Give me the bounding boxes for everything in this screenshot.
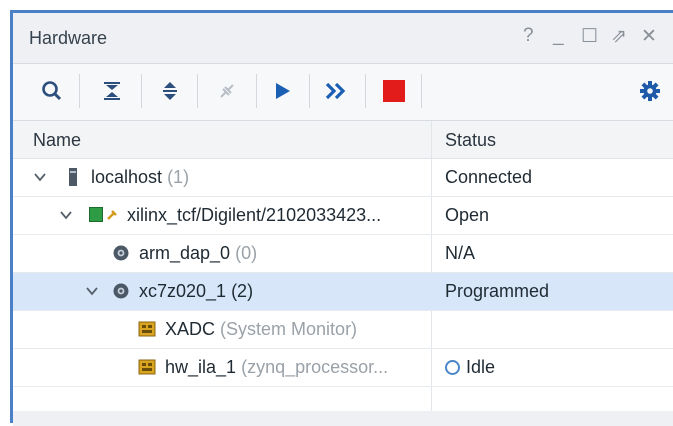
toolbar-separator: [79, 74, 80, 108]
tree-row-arm-dap[interactable]: arm_dap_0 (0) N/A: [13, 235, 673, 273]
tree-row-localhost[interactable]: localhost (1) Connected: [13, 159, 673, 197]
column-header-name[interactable]: Name: [33, 130, 81, 151]
node-detail: (1): [167, 167, 190, 187]
jtag-target-icon: [89, 205, 123, 225]
chevron-down-icon[interactable]: [33, 170, 47, 184]
play-icon: [276, 83, 290, 99]
idle-status-icon: [445, 360, 460, 375]
panel-title: Hardware: [29, 28, 108, 48]
hardware-panel: Hardware ? _ ☐ ⇗ ✕ Name Status localhost…: [10, 10, 673, 426]
plug-icon: [220, 84, 234, 98]
node-name: hw_ila_1: [165, 357, 237, 377]
toolbar-separator: [141, 74, 142, 108]
gear-icon: [640, 81, 660, 101]
status-cell: Programmed: [445, 281, 550, 301]
node-detail: (zynq_processor...: [241, 357, 389, 377]
toolbar-separator: [365, 74, 366, 108]
maximize-button[interactable]: ☐: [581, 25, 598, 48]
stop-icon: [383, 80, 405, 102]
close-button[interactable]: ✕: [641, 25, 657, 48]
table-header: Name Status: [13, 121, 673, 159]
stop-trigger-button[interactable]: [377, 74, 411, 108]
toolbar-separator: [421, 74, 422, 108]
status-cell: Idle: [445, 357, 495, 378]
debug-core-icon: [137, 319, 157, 339]
chip-icon: [111, 243, 131, 263]
node-name: XADC: [165, 319, 216, 339]
run-trigger-button[interactable]: [265, 74, 299, 108]
tree-row-xc7z020[interactable]: xc7z020_1 (2) Programmed: [13, 273, 673, 311]
panel-bottom-strip: [13, 411, 673, 426]
status-cell: Open: [445, 205, 490, 225]
tree-row-hw-ila[interactable]: hw_ila_1 (zynq_processor... Idle: [13, 349, 673, 387]
chevron-down-icon[interactable]: [85, 284, 99, 298]
node-detail: (System Monitor): [220, 319, 358, 339]
node-detail: (0): [235, 243, 258, 263]
status-cell: Connected: [445, 167, 533, 187]
minimize-button[interactable]: _: [553, 25, 564, 47]
search-icon: [42, 81, 62, 101]
node-name: xilinx_tcf/Digilent/2102033423...: [127, 205, 382, 225]
column-header-status[interactable]: Status: [445, 130, 496, 151]
debug-core-icon: [137, 357, 157, 377]
panel-titlebar: Hardware ? _ ☐ ⇗ ✕: [13, 13, 673, 64]
double-chevron-right-icon: [325, 82, 346, 100]
settings-button[interactable]: [633, 74, 667, 108]
expand-all-icon: [163, 82, 177, 100]
collapse-all-button[interactable]: [95, 74, 129, 108]
status-text: Idle: [466, 357, 496, 377]
run-trigger-immediate-button[interactable]: [319, 74, 353, 108]
status-cell: N/A: [445, 243, 476, 263]
tree-row-xilinx-tcf[interactable]: xilinx_tcf/Digilent/2102033423... Open: [13, 197, 673, 235]
help-button[interactable]: ?: [523, 25, 534, 47]
hardware-tree-table: Name Status localhost (1) Connected xili…: [13, 121, 673, 411]
chevron-down-icon[interactable]: [59, 208, 73, 222]
toolbar-separator: [197, 74, 198, 108]
search-button[interactable]: [35, 74, 69, 108]
tree-row-xadc[interactable]: XADC (System Monitor): [13, 311, 673, 349]
node-name: arm_dap_0: [139, 243, 231, 263]
toolbar-separator: [256, 74, 257, 108]
chip-icon: [111, 281, 131, 301]
float-button[interactable]: ⇗: [611, 25, 627, 48]
auto-connect-button[interactable]: [210, 74, 244, 108]
node-name: xc7z020_1 (2): [139, 281, 254, 301]
node-name: localhost: [91, 167, 163, 187]
toolbar: [13, 64, 673, 121]
collapse-all-icon: [104, 82, 120, 100]
server-icon: [63, 167, 83, 187]
toolbar-separator: [309, 74, 310, 108]
expand-all-button[interactable]: [153, 74, 187, 108]
